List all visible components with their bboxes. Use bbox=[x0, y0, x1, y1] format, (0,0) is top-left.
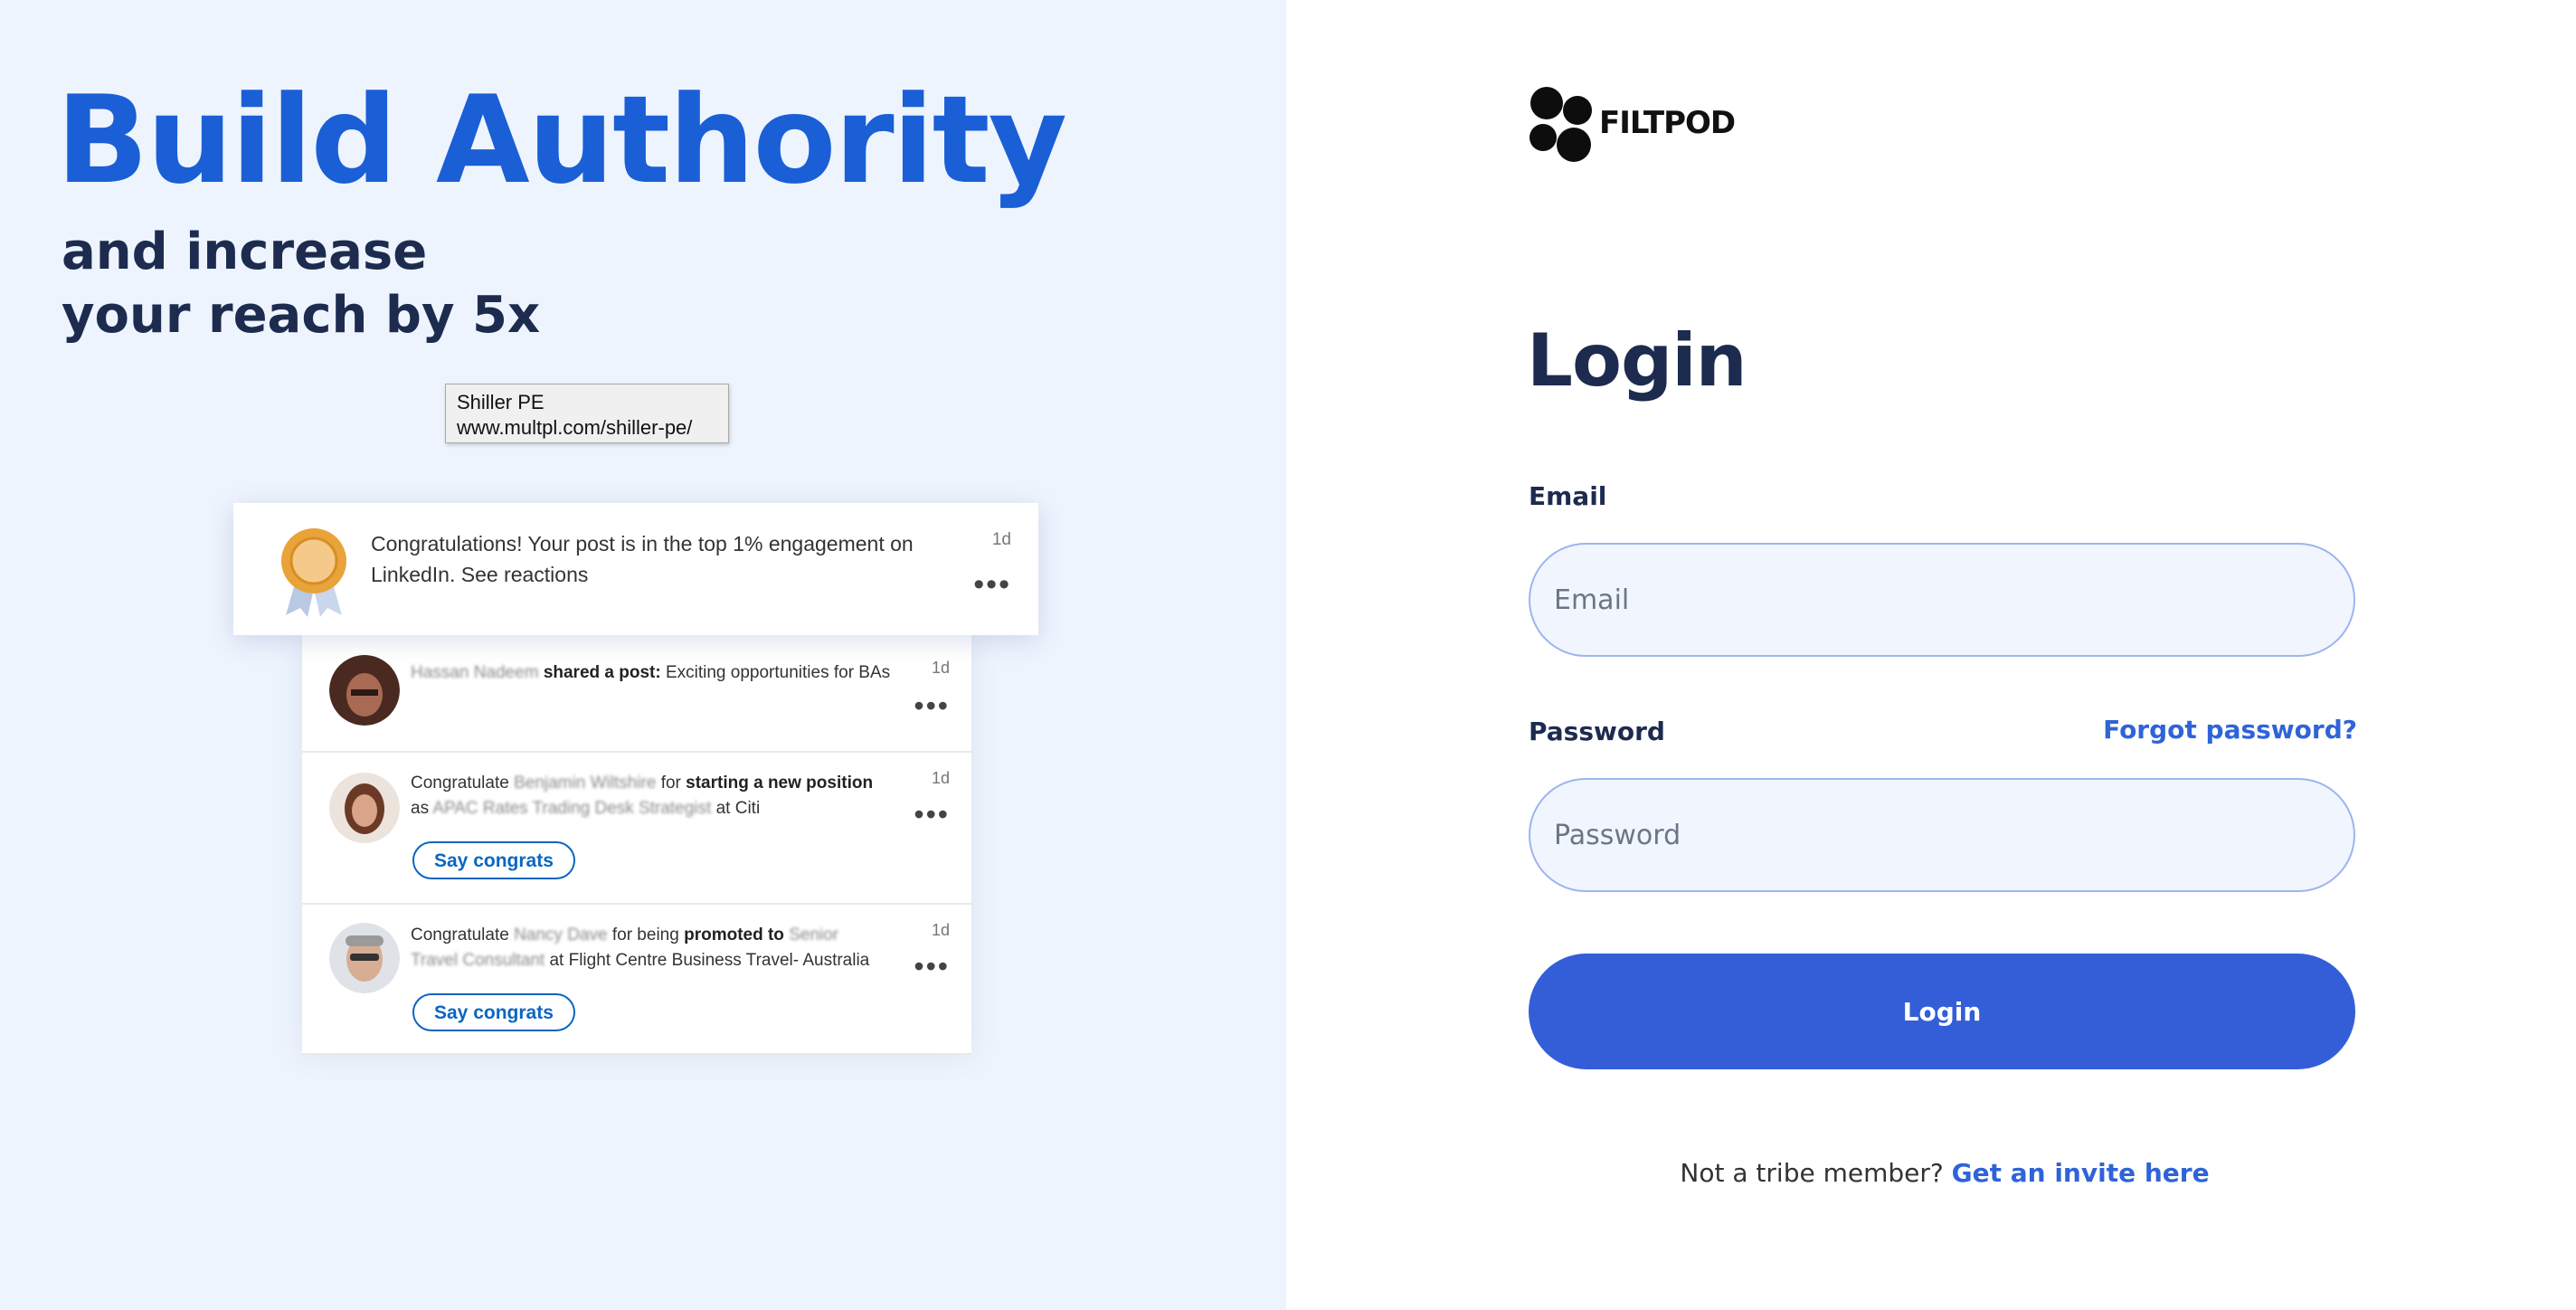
feed-action-pre: for being bbox=[611, 926, 679, 945]
say-congrats-button[interactable]: Say congrats bbox=[412, 841, 575, 879]
ellipsis-icon[interactable]: ••• bbox=[914, 800, 950, 829]
feed-detail: Exciting opportunities for BAs bbox=[665, 663, 891, 682]
hero-panel: Build Authority and increase your reach … bbox=[0, 0, 1286, 1310]
invite-prompt: Not a tribe member? Get an invite here bbox=[1538, 1158, 2352, 1188]
feed-role: Travel Consultant bbox=[411, 951, 545, 970]
notification-card[interactable]: Congratulations! Your post is in the top… bbox=[233, 503, 1038, 635]
say-congrats-button[interactable]: Say congrats bbox=[412, 993, 575, 1031]
hero-subtitle-line-2: your reach by 5x bbox=[62, 286, 541, 345]
ellipsis-icon[interactable]: ••• bbox=[914, 952, 950, 981]
feed-action: shared a post: bbox=[543, 663, 661, 682]
feed-time: 1d bbox=[931, 769, 950, 787]
email-label: Email bbox=[1529, 481, 1607, 511]
feed-role-line1: Senior bbox=[789, 926, 839, 945]
feed-person-name: Benjamin Wiltshire bbox=[514, 774, 657, 793]
get-invite-link[interactable]: Get an invite here bbox=[1952, 1158, 2210, 1188]
invite-text: Not a tribe member? bbox=[1680, 1158, 1944, 1188]
notification-text: Congratulations! Your post is in the top… bbox=[371, 532, 914, 586]
forgot-password-link[interactable]: Forgot password? bbox=[2103, 715, 2357, 745]
feed-prefix: Congratulate bbox=[411, 926, 509, 945]
tooltip-title: Shiller PE bbox=[457, 391, 545, 413]
feed-action: promoted to bbox=[684, 926, 784, 945]
feed-prefix: Congratulate bbox=[411, 774, 509, 793]
feed-item: Hassan Nadeem shared a post: Exciting op… bbox=[302, 633, 971, 753]
filtpod-logo-icon bbox=[1530, 87, 1592, 162]
feed-person-name: Hassan Nadeem bbox=[411, 663, 539, 682]
avatar bbox=[329, 923, 400, 993]
feed-line2-pre: as bbox=[411, 799, 430, 818]
award-badge-icon bbox=[281, 528, 346, 617]
password-label: Password bbox=[1529, 717, 1665, 746]
avatar bbox=[329, 773, 400, 843]
feed-time: 1d bbox=[931, 921, 950, 939]
feed-role: APAC Rates Trading Desk Strategist bbox=[432, 799, 712, 818]
ellipsis-icon[interactable]: ••• bbox=[973, 569, 1011, 600]
avatar bbox=[329, 655, 400, 726]
password-input[interactable] bbox=[1529, 778, 2355, 892]
login-title: Login bbox=[1527, 318, 1747, 403]
brand-name: FILTPOD bbox=[1599, 105, 1736, 141]
feed-company: at Flight Centre Business Travel- Austra… bbox=[549, 951, 870, 970]
feed-company: at Citi bbox=[715, 799, 761, 818]
feed-action-pre: for bbox=[660, 774, 681, 793]
feed-time: 1d bbox=[931, 659, 950, 677]
hero-subtitle: and increase your reach by 5x bbox=[62, 221, 540, 347]
hero-title: Build Authority bbox=[56, 70, 1067, 211]
ellipsis-icon[interactable]: ••• bbox=[914, 691, 950, 720]
email-input[interactable] bbox=[1529, 543, 2355, 657]
login-button[interactable]: Login bbox=[1529, 954, 2355, 1069]
feed-item: Congratulate Nancy Dave for being promot… bbox=[302, 903, 971, 1055]
browser-tooltip: Shiller PE www.multpl.com/shiller-pe/ bbox=[445, 384, 729, 443]
feed-person-name: Nancy Dave bbox=[514, 926, 608, 945]
hero-subtitle-line-1: and increase bbox=[62, 223, 428, 281]
feed-action: starting a new position bbox=[686, 774, 874, 793]
tooltip-url: www.multpl.com/shiller-pe/ bbox=[457, 416, 693, 439]
feed-item: Congratulate Benjamin Wiltshire for star… bbox=[302, 751, 971, 905]
notification-time: 1d bbox=[991, 530, 1011, 549]
linkedin-feed-mockup: Hassan Nadeem shared a post: Exciting op… bbox=[302, 633, 971, 1055]
